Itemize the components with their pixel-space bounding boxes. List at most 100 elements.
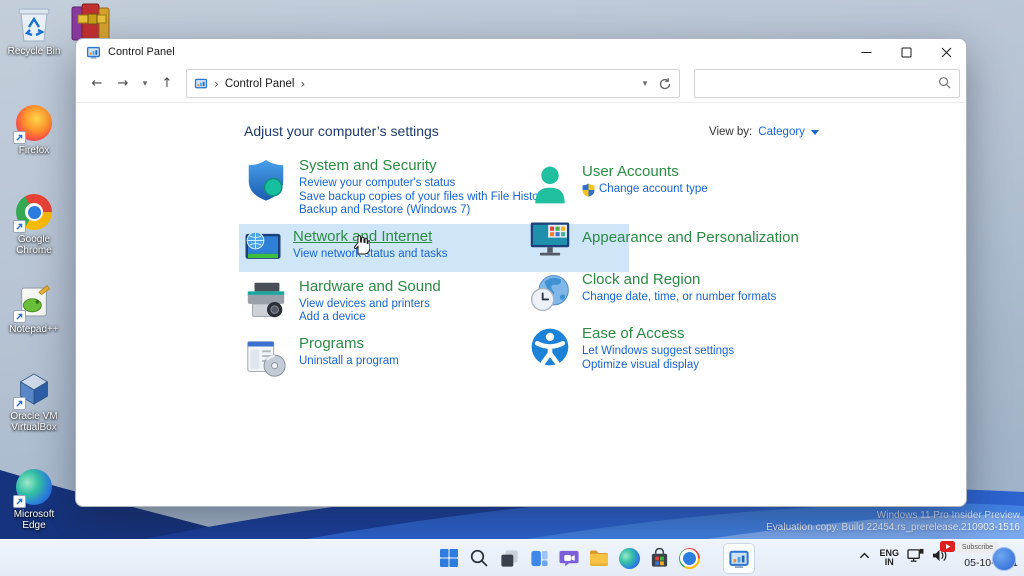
chrome-taskbar-button[interactable] — [674, 543, 704, 573]
tray-overflow-chevron[interactable] — [858, 549, 871, 567]
desktop-icon-google-chrome[interactable]: Google Chrome — [4, 192, 64, 256]
category-link[interactable]: View network status and tasks — [293, 248, 447, 262]
category-link-label: Change account type — [599, 183, 708, 197]
category-link[interactable]: Let Windows suggest settings — [582, 345, 734, 359]
widgets-button[interactable] — [524, 543, 554, 573]
desktop-icon-column: Recycle Bin Firefox Google Chrome — [4, 4, 64, 531]
category-link[interactable]: Add a device — [299, 311, 441, 325]
start-button[interactable] — [434, 543, 464, 573]
video-subscribe-overlay: Subscribe — [940, 541, 1016, 571]
taskbar: ENG IN 05-10-2021 — [0, 539, 1024, 576]
category-title[interactable]: Network and Internet — [293, 228, 447, 245]
uac-shield-icon — [582, 183, 595, 197]
desktop: Recycle Bin Firefox Google Chrome — [0, 0, 1024, 576]
back-button[interactable]: ← — [84, 71, 110, 97]
microsoft-store-button[interactable] — [644, 543, 674, 573]
view-by-value[interactable]: Category — [758, 126, 805, 138]
edge-icon — [14, 467, 54, 507]
windows-start-icon — [438, 547, 460, 569]
network-tray-icon[interactable] — [907, 548, 924, 568]
up-button[interactable]: ↑ — [154, 71, 180, 97]
control-panel-home: Adjust your computer’s settings View by:… — [76, 103, 966, 505]
desktop-icon-label: Notepad++ — [9, 324, 59, 335]
taskbar-icon-group — [434, 543, 755, 574]
page-title: Adjust your computer’s settings — [244, 123, 439, 139]
category-user-accounts: User Accounts Ch — [524, 159, 864, 211]
programs-icon — [243, 335, 289, 381]
category-link[interactable]: Backup and Restore (Windows 7) — [299, 204, 548, 218]
close-button[interactable] — [926, 39, 966, 65]
category-link[interactable]: Optimize visual display — [582, 359, 734, 373]
edge-taskbar-button[interactable] — [614, 543, 644, 573]
shortcut-arrow-icon — [13, 310, 26, 323]
breadcrumb-control-panel[interactable]: Control Panel — [225, 78, 295, 90]
minimize-button[interactable] — [846, 39, 886, 65]
control-panel-breadcrumb-icon — [194, 77, 208, 91]
address-dropdown[interactable]: ▾ — [638, 71, 652, 97]
category-link[interactable]: Review your computer's status — [299, 177, 548, 191]
breadcrumb-separator: › — [214, 77, 219, 91]
category-title[interactable]: Ease of Access — [582, 325, 734, 342]
task-view-button[interactable] — [494, 543, 524, 573]
file-explorer-icon — [588, 547, 610, 569]
address-bar[interactable]: › Control Panel › ▾ — [186, 69, 680, 98]
channel-avatar — [992, 547, 1016, 571]
desktop-icon-virtualbox[interactable]: Oracle VM VirtualBox — [4, 369, 64, 433]
category-link[interactable]: Save backup copies of your files with Fi… — [299, 191, 548, 205]
category-link[interactable]: View devices and printers — [299, 298, 441, 312]
control-panel-taskbar-button[interactable] — [723, 543, 755, 574]
network-internet-icon — [243, 228, 283, 268]
file-explorer-button[interactable] — [584, 543, 614, 573]
chevron-up-icon — [858, 549, 871, 562]
shortcut-arrow-icon — [13, 397, 26, 410]
user-accounts-icon — [528, 163, 572, 207]
category-link-with-uac[interactable]: Change account type — [582, 183, 708, 197]
view-by-label: View by: — [709, 126, 752, 138]
shortcut-arrow-icon — [13, 131, 26, 144]
category-title[interactable]: Hardware and Sound — [299, 278, 441, 295]
search-input[interactable] — [694, 69, 960, 98]
chevron-down-icon[interactable] — [811, 130, 819, 135]
recent-pages-dropdown[interactable]: ▾ — [136, 71, 154, 97]
firefox-icon — [14, 103, 54, 143]
maximize-button[interactable] — [886, 39, 926, 65]
category-title[interactable]: Appearance and Personalization — [582, 229, 799, 246]
widgets-icon — [529, 548, 550, 569]
desktop-icon-firefox[interactable]: Firefox — [4, 103, 64, 156]
desktop-icon-microsoft-edge[interactable]: Microsoft Edge — [4, 467, 64, 531]
language-indicator[interactable]: ENG IN — [879, 549, 899, 568]
category-title[interactable]: Programs — [299, 335, 399, 352]
ease-of-access-icon — [528, 325, 572, 369]
category-title[interactable]: System and Security — [299, 157, 548, 174]
category-title[interactable]: Clock and Region — [582, 271, 776, 288]
clock-region-icon — [528, 271, 572, 315]
edge-icon — [619, 548, 640, 569]
titlebar[interactable]: Control Panel — [76, 39, 966, 65]
chrome-icon — [679, 548, 700, 569]
cursor-hand-pointer — [352, 233, 370, 255]
window-title: Control Panel — [108, 46, 175, 58]
category-title[interactable]: User Accounts — [582, 163, 708, 180]
windows-watermark: Windows 11 Pro Insider Preview Evaluatio… — [766, 510, 1020, 534]
search-button[interactable] — [464, 543, 494, 573]
chat-icon — [559, 548, 580, 569]
desktop-icon-notepad-plus-plus[interactable]: Notepad++ — [4, 282, 64, 335]
category-clock-and-region: Clock and Region Change date, time, or n… — [524, 267, 864, 319]
desktop-icon-winrar[interactable] — [68, 2, 116, 42]
desktop-icon-recycle-bin[interactable]: Recycle Bin — [4, 4, 64, 57]
category-link[interactable]: Uninstall a program — [299, 355, 399, 369]
search-icon — [469, 548, 489, 568]
chat-button[interactable] — [554, 543, 584, 573]
refresh-icon[interactable] — [658, 77, 672, 91]
notepad-plus-plus-icon — [14, 282, 54, 322]
recycle-bin-icon — [14, 4, 54, 44]
printer-icon — [243, 278, 289, 324]
control-panel-app-icon — [728, 548, 750, 570]
system-security-shield-icon — [243, 157, 289, 203]
category-link[interactable]: Change date, time, or number formats — [582, 291, 776, 305]
forward-button[interactable]: → — [110, 71, 136, 97]
chrome-icon — [14, 192, 54, 232]
desktop-icon-label: Recycle Bin — [8, 46, 61, 57]
control-panel-app-icon — [86, 45, 101, 60]
desktop-icon-label: Microsoft Edge — [4, 509, 64, 531]
